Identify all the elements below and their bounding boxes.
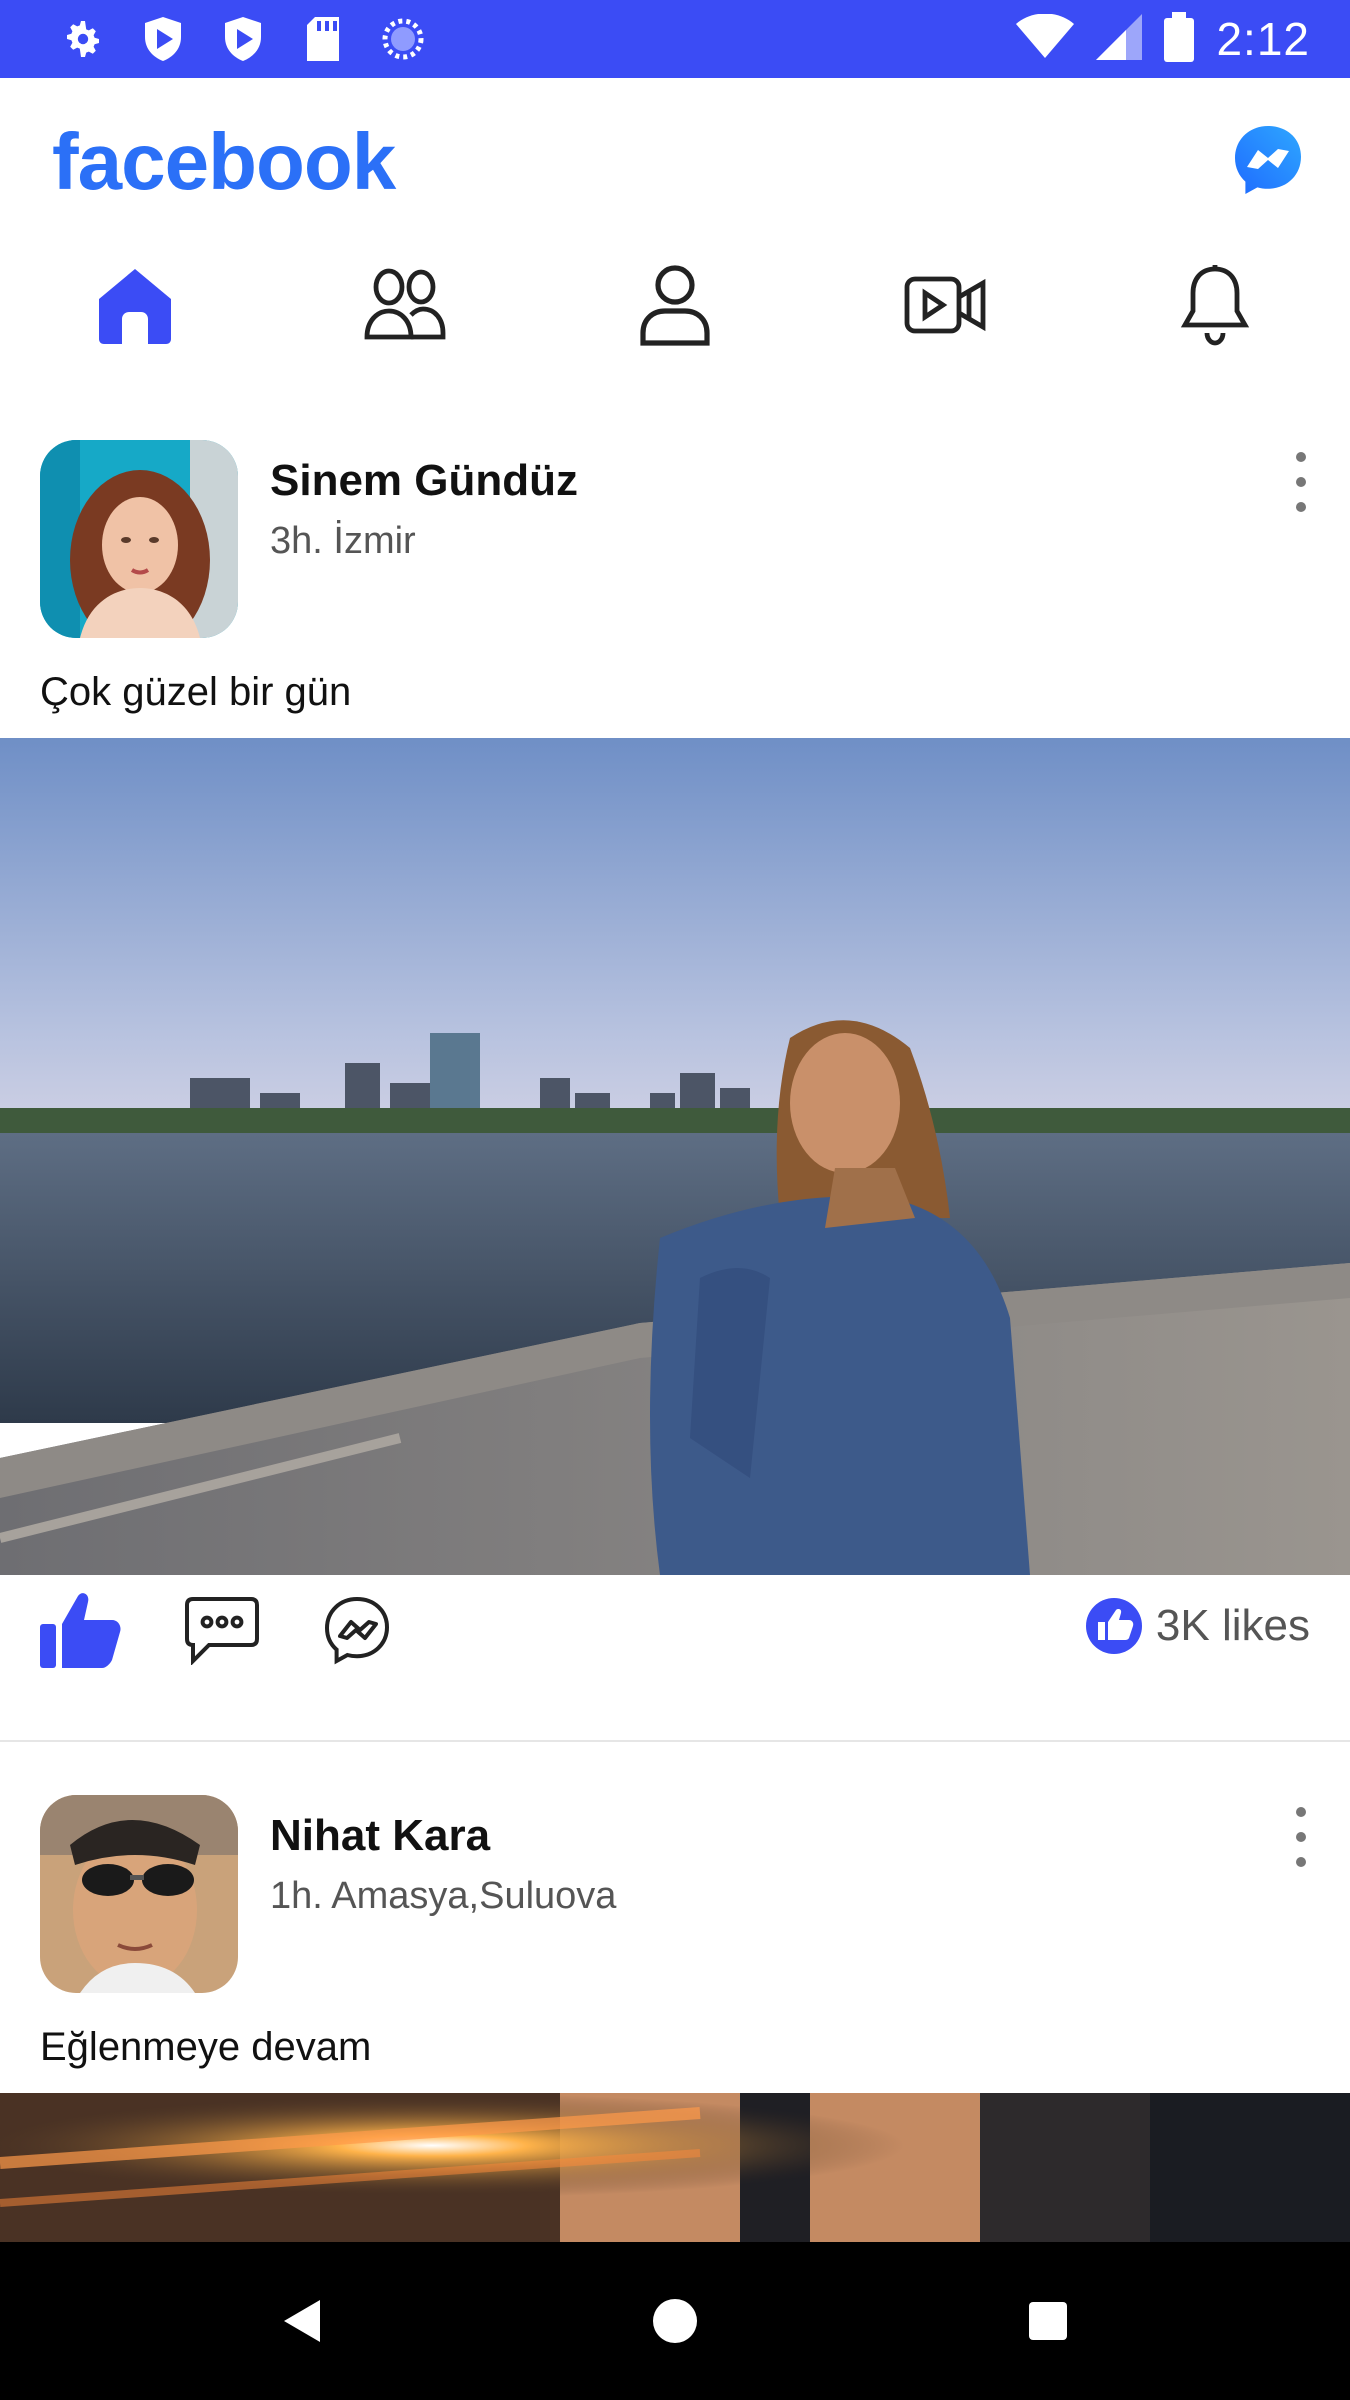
wifi-icon — [1016, 13, 1075, 65]
more-dot — [1296, 1807, 1306, 1817]
home-circle-icon — [653, 2299, 697, 2343]
comment-button[interactable] — [183, 1580, 261, 1680]
post-image[interactable] — [0, 738, 1350, 1575]
back-button[interactable] — [232, 2242, 372, 2400]
back-icon — [284, 2300, 320, 2342]
recents-button[interactable] — [978, 2242, 1118, 2400]
more-dot — [1296, 1832, 1306, 1842]
home-icon — [99, 269, 171, 344]
post-meta: 1h. Amasya,Suluova — [270, 1875, 617, 1917]
sd-card-icon — [298, 14, 348, 64]
like-button[interactable] — [38, 1580, 124, 1680]
post-card: Nihat Kara 1h. Amasya,Suluova Eğlenmeye … — [0, 1795, 1350, 2245]
messenger-outline-icon — [324, 1596, 390, 1665]
messenger-button[interactable] — [1232, 124, 1304, 196]
thumbs-up-icon — [40, 1593, 121, 1668]
battery-icon — [1164, 11, 1195, 67]
clock: 2:12 — [1216, 13, 1310, 65]
bell-icon — [1180, 265, 1250, 346]
post-divider — [0, 1740, 1350, 1742]
recents-icon — [1029, 2302, 1067, 2340]
brand-logo: facebook — [52, 117, 396, 206]
status-bar: 2:12 — [0, 0, 1350, 78]
more-dot — [1296, 502, 1306, 512]
more-dot — [1296, 452, 1306, 462]
comment-icon — [185, 1597, 259, 1665]
profile-icon — [640, 265, 710, 346]
post-image[interactable] — [0, 2093, 1350, 2243]
post-author[interactable]: Nihat Kara — [270, 1811, 490, 1861]
likes-count: 3K likes — [1155, 1601, 1310, 1650]
messenger-icon — [1235, 126, 1301, 194]
tab-watch[interactable] — [875, 250, 1015, 360]
like-badge-icon — [1085, 1598, 1142, 1654]
post-actions: 3K likes — [0, 1580, 1350, 1680]
avatar-photo — [40, 1795, 238, 1993]
avatar-photo — [40, 440, 238, 638]
share-messenger-button[interactable] — [322, 1580, 392, 1680]
signal-icon — [1096, 13, 1143, 65]
likes-summary[interactable]: 3K likes — [1085, 1598, 1310, 1654]
more-options-button[interactable] — [1286, 452, 1316, 512]
more-options-button[interactable] — [1286, 1807, 1316, 1867]
system-nav-bar — [0, 2242, 1350, 2400]
avatar[interactable] — [40, 440, 238, 638]
post-card: Sinem Gündüz 3h. İzmir Çok güzel bir gün — [0, 440, 1350, 1740]
post-meta: 3h. İzmir — [270, 520, 416, 562]
friends-icon — [364, 268, 446, 340]
post-caption: Eğlenmeye devam — [40, 2025, 372, 2069]
tab-notifications[interactable] — [1145, 250, 1285, 360]
more-dot — [1296, 1857, 1306, 1867]
shield-play-icon — [138, 14, 188, 64]
avatar[interactable] — [40, 1795, 238, 1993]
post-caption: Çok güzel bir gün — [40, 670, 352, 714]
settings-icon — [58, 14, 108, 64]
shield-play-icon — [218, 14, 268, 64]
home-nav-button[interactable] — [605, 2242, 745, 2400]
video-icon — [904, 276, 986, 334]
tab-home[interactable] — [65, 250, 205, 360]
post-author[interactable]: Sinem Gündüz — [270, 456, 578, 506]
tab-friends[interactable] — [335, 250, 475, 360]
tab-bar — [0, 250, 1350, 360]
post-photo — [0, 738, 1350, 1575]
post-photo — [0, 2093, 1350, 2243]
tab-profile[interactable] — [605, 250, 745, 360]
app-header: facebook — [0, 78, 1350, 238]
loading-icon — [378, 14, 428, 64]
more-dot — [1296, 477, 1306, 487]
